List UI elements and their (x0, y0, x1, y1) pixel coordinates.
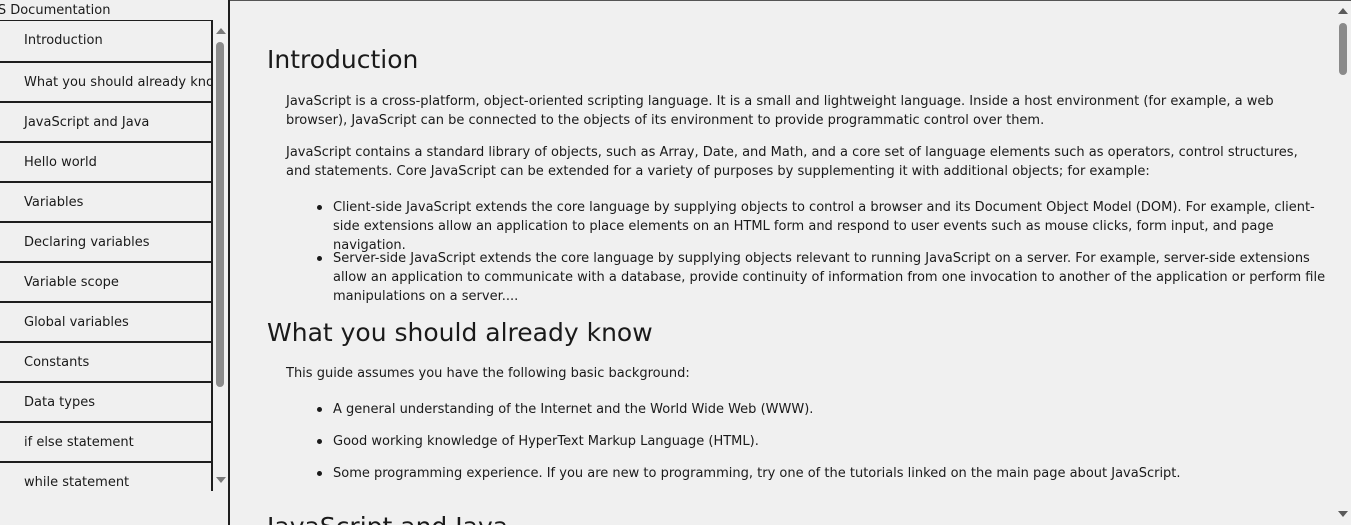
sidebar-item-variables[interactable]: Variables (0, 181, 213, 221)
sidebar-item-declaring-variables[interactable]: Declaring variables (0, 221, 213, 261)
app-window: JS Documentation Introduction What you s… (0, 0, 1351, 525)
sidebar-item-if-else-statement[interactable]: if else statement (0, 421, 213, 461)
sidebar-item-what-you-should-already-know[interactable]: What you should already know (0, 61, 213, 101)
sidebar-item-variable-scope[interactable]: Variable scope (0, 261, 213, 301)
list-item: Good working knowledge of HyperText Mark… (286, 432, 1326, 451)
sidebar-scrollbar[interactable] (214, 20, 228, 491)
scroll-down-arrow-icon[interactable] (216, 477, 226, 483)
sidebar: JS Documentation Introduction What you s… (0, 0, 228, 525)
section-title: What you should already know (267, 318, 653, 347)
section-title: Introduction (267, 45, 419, 74)
nav-list: Introduction What you should already kno… (0, 20, 213, 491)
sidebar-scrollbar-thumb[interactable] (216, 42, 224, 387)
paragraph: JavaScript is a cross-platform, object-o… (286, 94, 1274, 128)
paragraph: JavaScript contains a standard library o… (286, 145, 1298, 179)
main-scrollbar[interactable] (1335, 0, 1351, 525)
list-item: Server-side JavaScript extends the core … (286, 249, 1326, 306)
list-item: Some programming experience. If you are … (286, 464, 1326, 483)
sidebar-item-data-types[interactable]: Data types (0, 381, 213, 421)
sidebar-item-javascript-and-java[interactable]: JavaScript and Java (0, 101, 213, 141)
list-item: Client-side JavaScript extends the core … (286, 198, 1326, 255)
scroll-down-arrow-icon[interactable] (1338, 511, 1348, 517)
sidebar-title: JS Documentation (0, 3, 111, 18)
sidebar-item-while-statement[interactable]: while statement (0, 461, 213, 491)
sidebar-item-constants[interactable]: Constants (0, 341, 213, 381)
sidebar-item-hello-world[interactable]: Hello world (0, 141, 213, 181)
scroll-up-arrow-icon[interactable] (216, 28, 226, 34)
scroll-up-arrow-icon[interactable] (1338, 8, 1348, 14)
section-title: JavaScript and Java (267, 512, 508, 525)
list-item: A general understanding of the Internet … (286, 400, 1326, 419)
sidebar-item-introduction[interactable]: Introduction (0, 20, 213, 61)
sidebar-item-global-variables[interactable]: Global variables (0, 301, 213, 341)
main-content: Introduction JavaScript is a cross-platf… (230, 1, 1335, 525)
main-scrollbar-thumb[interactable] (1339, 23, 1347, 75)
paragraph: This guide assumes you have the followin… (286, 366, 690, 381)
